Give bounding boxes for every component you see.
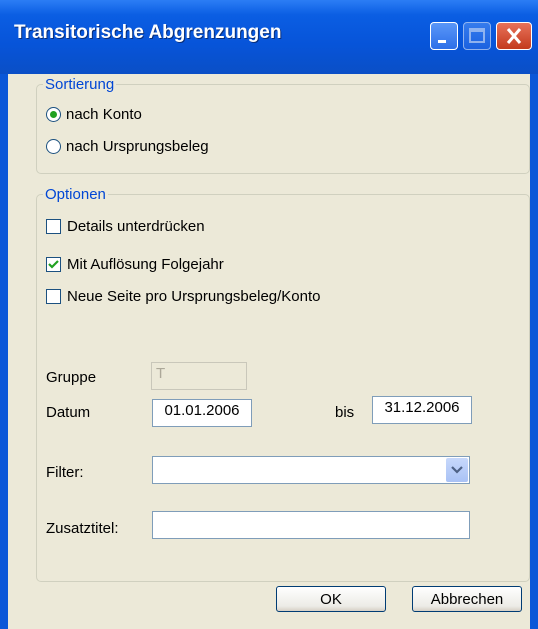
- sortierung-legend: Sortierung: [45, 76, 115, 93]
- cancel-button[interactable]: Abbrechen: [412, 586, 522, 612]
- radio-label: nach Konto: [66, 106, 142, 123]
- filter-dropdown[interactable]: [152, 456, 470, 484]
- close-button[interactable]: [496, 22, 532, 50]
- maximize-icon: [469, 28, 485, 43]
- radio-unselected[interactable]: [46, 139, 61, 154]
- minimize-icon: [438, 40, 446, 43]
- zusatztitel-label: Zusatztitel:: [46, 520, 119, 537]
- minimize-button[interactable]: [430, 22, 458, 50]
- radio-nach-ursprungsbeleg[interactable]: nach Ursprungsbeleg: [46, 138, 209, 155]
- checkmark-icon: [48, 260, 59, 269]
- dialog-body: Sortierung nach Konto nach Ursprungsbele…: [8, 74, 530, 629]
- radio-nach-konto[interactable]: nach Konto: [46, 106, 142, 123]
- checkbox-details-unterdruecken[interactable]: Details unterdrücken: [46, 218, 205, 235]
- checkbox-label: Neue Seite pro Ursprungsbeleg/Konto: [67, 288, 321, 305]
- checkbox-box[interactable]: [46, 219, 61, 234]
- optionen-legend: Optionen: [45, 186, 106, 203]
- datum-to-field[interactable]: 31.12.2006: [372, 396, 472, 424]
- checkbox-mit-aufloesung[interactable]: Mit Auflösung Folgejahr: [46, 256, 224, 273]
- dialog-window: Transitorische Abgrenzungen Sortierung n…: [0, 0, 538, 629]
- checkbox-label: Mit Auflösung Folgejahr: [67, 256, 224, 273]
- radio-label: nach Ursprungsbeleg: [66, 138, 209, 155]
- bis-label: bis: [335, 404, 355, 421]
- gruppe-label: Gruppe: [46, 369, 97, 386]
- title-bar[interactable]: Transitorische Abgrenzungen: [0, 0, 538, 74]
- gruppe-field: T: [151, 362, 247, 390]
- window-title: Transitorische Abgrenzungen: [14, 22, 282, 43]
- datum-from-field[interactable]: 01.01.2006: [152, 399, 252, 427]
- checkbox-box[interactable]: [46, 257, 61, 272]
- ok-button[interactable]: OK: [276, 586, 386, 612]
- checkbox-neue-seite[interactable]: Neue Seite pro Ursprungsbeleg/Konto: [46, 288, 321, 305]
- maximize-button: [463, 22, 491, 50]
- chevron-down-icon: [451, 466, 463, 474]
- dropdown-button[interactable]: [446, 458, 468, 482]
- datum-label: Datum: [46, 404, 91, 421]
- zusatztitel-input[interactable]: [152, 511, 470, 539]
- sortierung-group: Sortierung: [36, 76, 530, 174]
- checkbox-label: Details unterdrücken: [67, 218, 205, 235]
- checkbox-box[interactable]: [46, 289, 61, 304]
- filter-label: Filter:: [46, 464, 84, 481]
- close-icon: [506, 28, 522, 44]
- radio-selected[interactable]: [46, 107, 61, 122]
